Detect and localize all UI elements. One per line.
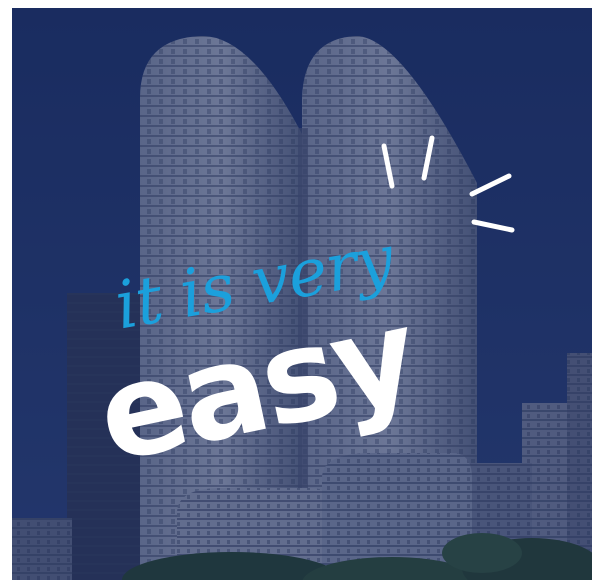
headline-graphic: it is very easy [86, 135, 515, 492]
promo-image: it is very easy [12, 8, 592, 580]
sparkle-burst-icon [381, 135, 515, 233]
